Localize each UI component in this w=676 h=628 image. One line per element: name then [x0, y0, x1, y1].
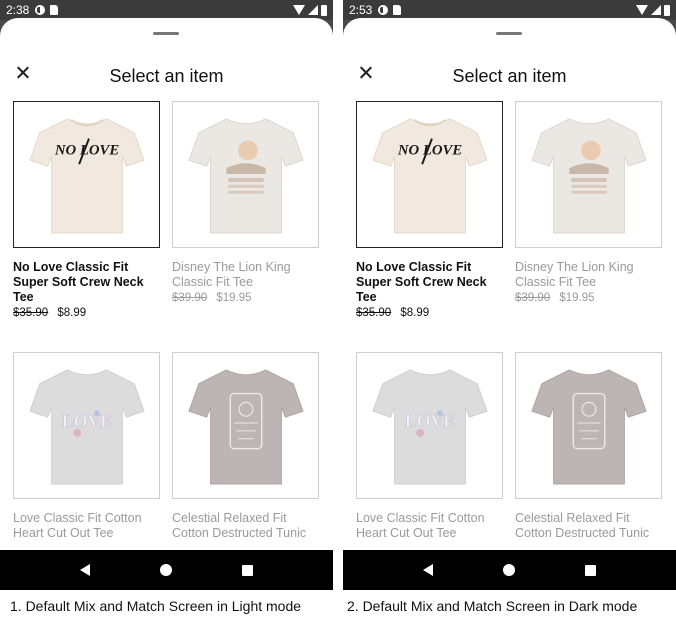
product-prices: $35.90 $8.99: [13, 307, 160, 319]
sale-price: $19.95: [216, 292, 252, 304]
signal-icon: [308, 5, 318, 15]
tshirt-love-heart-image: LOVE: [28, 368, 145, 485]
product-name: Love Classic Fit Cotton Heart Cut Out Te…: [13, 511, 142, 540]
battery-icon: [321, 4, 327, 16]
phone-light-mode: 2:38 Select an item NO LOVE No Love Clas…: [0, 0, 333, 590]
product-image: [172, 352, 319, 499]
sale-price: $8.99: [400, 307, 430, 319]
home-icon[interactable]: [160, 564, 172, 576]
sheet-title: Select an item: [452, 66, 567, 86]
sd-card-icon: [393, 5, 402, 15]
original-price: $39.90: [172, 292, 208, 304]
bottom-sheet: Select an item NO LOVE No Love Classic F…: [343, 18, 676, 550]
original-price: $35.90: [356, 307, 392, 319]
product-prices: $39.90 $19.95: [172, 292, 319, 304]
wifi-icon: [293, 5, 305, 15]
drag-handle[interactable]: [496, 32, 522, 35]
sale-price: $19.95: [559, 292, 595, 304]
battery-icon: [664, 4, 670, 16]
drag-handle[interactable]: [153, 32, 179, 35]
product-name: No Love Classic Fit Super Soft Crew Neck…: [356, 260, 487, 304]
product-image: [515, 352, 662, 499]
phone-dark-mode: 2:53 Select an item NO LOVE No Love Clas…: [343, 0, 676, 590]
product-image: NO LOVE: [356, 101, 503, 248]
sheet-title: Select an item: [109, 66, 224, 86]
recents-icon[interactable]: [585, 564, 596, 576]
status-time: 2:53: [349, 3, 373, 17]
product-image: [515, 101, 662, 248]
data-saver-icon: [378, 5, 389, 15]
recents-icon[interactable]: [242, 564, 253, 576]
product-card-lion-king[interactable]: Disney The Lion King Classic Fit Tee $39…: [515, 101, 662, 304]
product-name: Disney The Lion King Classic Fit Tee: [515, 260, 634, 289]
signal-icon: [651, 5, 661, 15]
sale-price: $8.99: [57, 307, 87, 319]
product-card-celestial[interactable]: Celestial Relaxed Fit Cotton Destructed …: [172, 352, 319, 541]
original-price: $35.90: [13, 307, 49, 319]
tshirt-no-love-image: NO LOVE: [371, 117, 488, 234]
bottom-sheet: Select an item NO LOVE No Love Classic F…: [0, 18, 333, 550]
product-image: NO LOVE: [13, 101, 160, 248]
comparison-stage: 2:38 Select an item NO LOVE No Love Clas…: [0, 0, 676, 628]
product-image: [172, 101, 319, 248]
product-name: Disney The Lion King Classic Fit Tee: [172, 260, 291, 289]
product-name: Celestial Relaxed Fit Cotton Destructed …: [515, 511, 650, 540]
sd-card-icon: [50, 5, 59, 15]
home-icon[interactable]: [503, 564, 515, 576]
tshirt-celestial-image: [530, 368, 647, 485]
product-card-no-love[interactable]: NO LOVE No Love Classic Fit Super Soft C…: [13, 101, 160, 319]
wifi-icon: [636, 5, 648, 15]
product-prices: $39.90 $19.95: [515, 292, 662, 304]
back-icon[interactable]: [80, 564, 90, 576]
product-card-lion-king[interactable]: Disney The Lion King Classic Fit Tee $39…: [172, 101, 319, 304]
caption-light-mode: 1. Default Mix and Match Screen in Light…: [10, 598, 302, 614]
product-name: No Love Classic Fit Super Soft Crew Neck…: [13, 260, 144, 304]
back-icon[interactable]: [423, 564, 433, 576]
status-bar: 2:53: [343, 0, 676, 20]
product-card-love-heart[interactable]: LOVE Love Classic Fit Cotton Heart Cut O…: [356, 352, 503, 541]
product-image: LOVE: [356, 352, 503, 499]
svg-text:LOVE: LOVE: [61, 410, 111, 430]
tshirt-no-love-image: NO LOVE: [28, 117, 145, 234]
product-prices: $35.90 $8.99: [356, 307, 503, 319]
svg-text:LOVE: LOVE: [404, 410, 454, 430]
tshirt-lion-king-image: [530, 117, 647, 234]
tshirt-celestial-image: [187, 368, 304, 485]
product-card-no-love[interactable]: NO LOVE No Love Classic Fit Super Soft C…: [356, 101, 503, 319]
navigation-bar: [0, 550, 333, 590]
data-saver-icon: [35, 5, 46, 15]
tshirt-love-heart-image: LOVE: [371, 368, 488, 485]
product-name: Celestial Relaxed Fit Cotton Destructed …: [172, 511, 307, 540]
product-card-celestial[interactable]: Celestial Relaxed Fit Cotton Destructed …: [515, 352, 662, 541]
product-card-love-heart[interactable]: LOVE Love Classic Fit Cotton Heart Cut O…: [13, 352, 160, 541]
product-image: LOVE: [13, 352, 160, 499]
original-price: $39.90: [515, 292, 551, 304]
navigation-bar: [343, 550, 676, 590]
product-name: Love Classic Fit Cotton Heart Cut Out Te…: [356, 511, 485, 540]
caption-dark-mode: 2. Default Mix and Match Screen in Dark …: [347, 598, 638, 614]
status-time: 2:38: [6, 3, 30, 17]
tshirt-lion-king-image: [187, 117, 304, 234]
status-bar: 2:38: [0, 0, 333, 20]
